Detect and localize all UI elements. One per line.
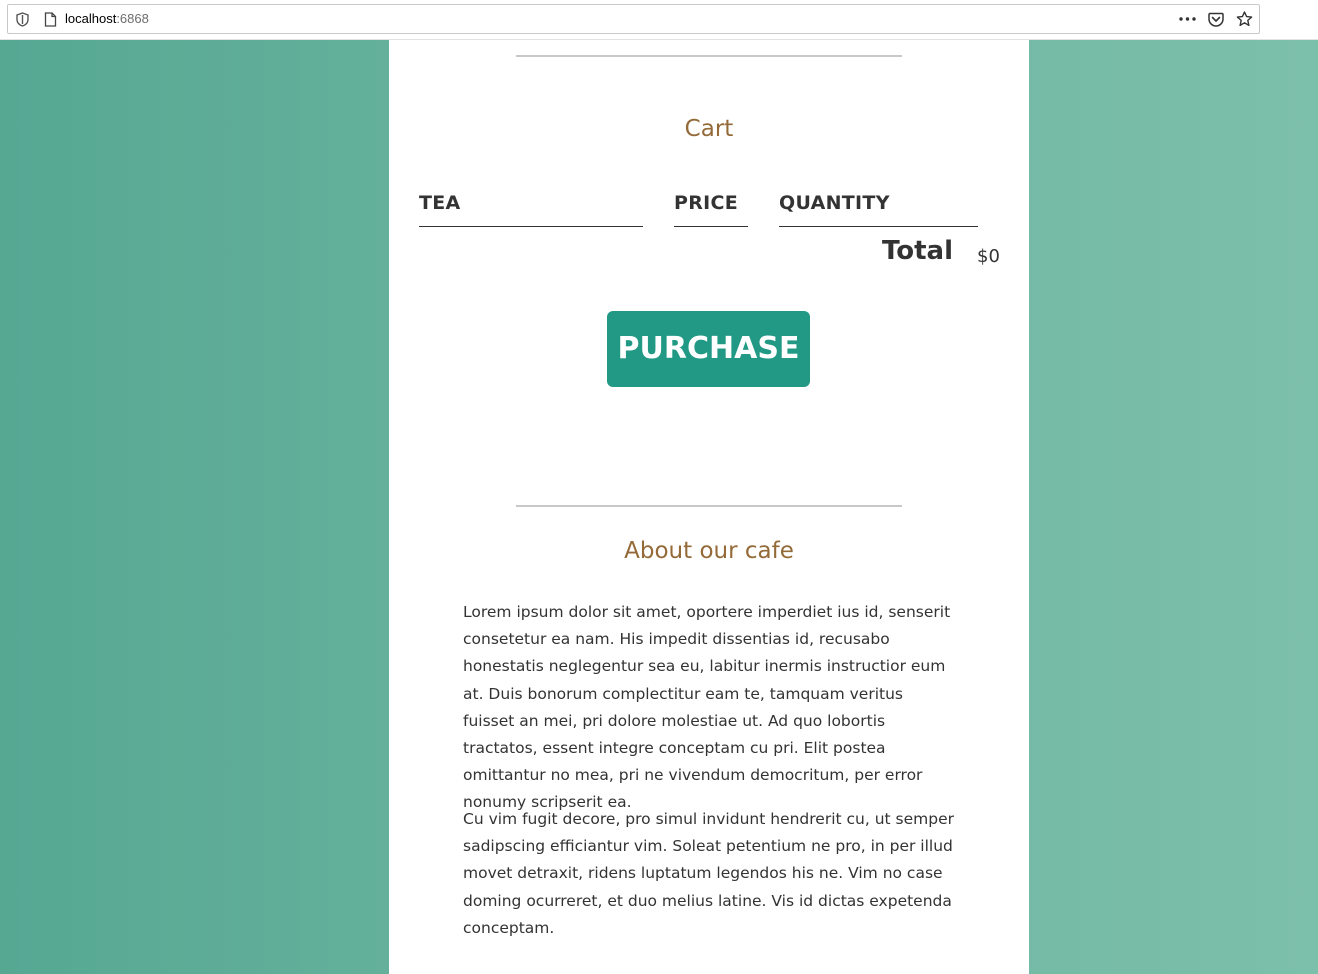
cart-column-price: PRICE [674, 192, 748, 227]
about-paragraph: Lorem ipsum dolor sit amet, oportere imp… [463, 603, 951, 812]
cart-column-quantity: QUANTITY [779, 192, 978, 227]
page-icon [44, 12, 57, 27]
cart-total-value: $0 [977, 246, 1000, 267]
shield-icon[interactable] [16, 12, 29, 27]
url-text[interactable]: localhost:6868 [65, 11, 149, 27]
more-actions-icon[interactable] [1179, 17, 1196, 21]
cart-title: Cart [684, 116, 734, 142]
purchase-button[interactable]: PURCHASE [607, 311, 810, 387]
cart-column-tea: TEA [419, 192, 643, 227]
address-bar[interactable]: localhost:6868 [7, 4, 1260, 34]
cart-total-label: Total [881, 236, 953, 266]
address-bar-actions [1179, 10, 1253, 28]
url-port: :6868 [116, 11, 149, 26]
about-title: About our cafe [624, 538, 794, 564]
about-paragraph: Cu vim fugit decore, pro simul invidunt … [463, 810, 954, 937]
pocket-icon[interactable] [1208, 12, 1224, 27]
about-divider [516, 505, 902, 507]
url-host: localhost [65, 11, 117, 26]
page-content: Cart TEA PRICE QUANTITY Total $0 PURCHAS… [389, 40, 1029, 974]
top-divider [516, 55, 902, 57]
browser-toolbar: localhost:6868 [0, 0, 1318, 40]
bookmark-star-icon[interactable] [1236, 11, 1253, 27]
